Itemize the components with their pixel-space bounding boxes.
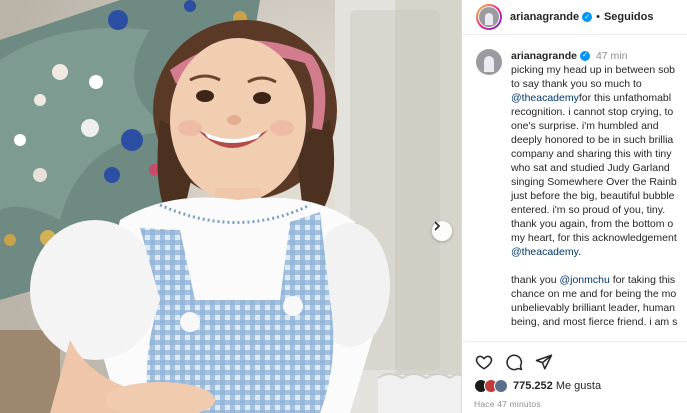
post-photo [0,0,461,413]
caption-avatar[interactable] [476,49,502,75]
follow-status-button[interactable]: Seguidos [604,11,654,23]
liker-avatar [494,379,508,393]
mention-link[interactable]: @theacademy [511,246,578,258]
caption-body: picking my head up in between sob to say … [511,63,677,259]
post-timestamp: Hace 47 minutos [474,399,541,409]
mention-link[interactable]: @theacademy [511,92,579,104]
caption-username[interactable]: arianagrande [511,49,577,63]
caption-line: who sat and studied Judy Garland [511,162,670,174]
avatar-image [479,7,499,27]
caption-body-2: thank you @jonmchu for taking this chance… [511,273,677,329]
likes-label: Me gusta [555,380,602,392]
caption-line: one's surprise. i'm humbled and [511,120,659,132]
caption-line: being, and most fierce friend. i am s [511,316,678,328]
caption-line: @theacademy. [511,246,582,258]
caption-line: picking my head up in between sob [511,64,676,76]
likes-text[interactable]: 775.252 Me gusta [513,380,601,392]
share-icon [535,354,553,370]
likes-count: 775.252 [513,380,553,392]
caption-line: thank you again, from the bottom o [511,218,674,230]
caption-line: deeply honored to be in such brillia [511,134,674,146]
comment-button[interactable] [504,352,524,372]
like-button[interactable] [474,352,494,372]
caption-line: my heart, for this acknowledgement [511,232,677,244]
next-photo-button[interactable] [432,221,452,241]
heart-icon [475,355,493,370]
comment-icon [506,354,523,371]
next-arrow-icon [434,221,441,231]
action-icons [474,352,554,372]
post-container: arianagrande ✓ • Seguidos arianagrande ✓… [0,0,687,413]
caption-line: thank you @jonmchu for taking this [511,274,676,286]
verified-icon: ✓ [582,12,593,22]
caption-line: company and sharing this with tiny [511,148,672,160]
post-header: arianagrande ✓ • Seguidos [462,0,687,35]
liker-avatars [474,379,508,393]
post-sidebar: arianagrande ✓ • Seguidos arianagrande ✓… [461,0,687,413]
comments-section[interactable]: arianagrande ✓ 47 min picking my head up… [462,35,687,340]
caption-line: entered. i'm so proud of you, tiny. [511,204,666,216]
caption-line: chance on me and for being the mo [511,288,677,300]
mention-link[interactable]: @jonmchu [559,274,609,286]
caption-line: recognition. i cannot stop crying, to [511,106,674,118]
post-media[interactable] [0,0,461,413]
separator-dot: • [596,11,600,23]
caption-text: arianagrande ✓ 47 min picking my head up… [511,49,677,329]
profile-avatar[interactable] [476,4,502,30]
caption-line: @theacademyfor this unfathomabl [511,92,672,104]
caption-line: to say thank you so much to [511,78,642,90]
caption-line: unbelievably brilliant leader, human [511,302,676,314]
likes-row[interactable]: 775.252 Me gusta [474,379,601,393]
caption-line: singing Somewhere Over the Rainb [511,176,677,188]
header-username[interactable]: arianagrande [510,11,579,23]
caption-row: arianagrande ✓ 47 min picking my head up… [462,35,687,329]
share-button[interactable] [534,352,554,372]
caption-time: 47 min [595,50,628,62]
post-actions: 775.252 Me gusta Hace 47 minutos [462,341,687,413]
caption-line: just before the big, beautiful bubble [511,190,675,202]
caption-verified-icon: ✓ [579,51,590,61]
